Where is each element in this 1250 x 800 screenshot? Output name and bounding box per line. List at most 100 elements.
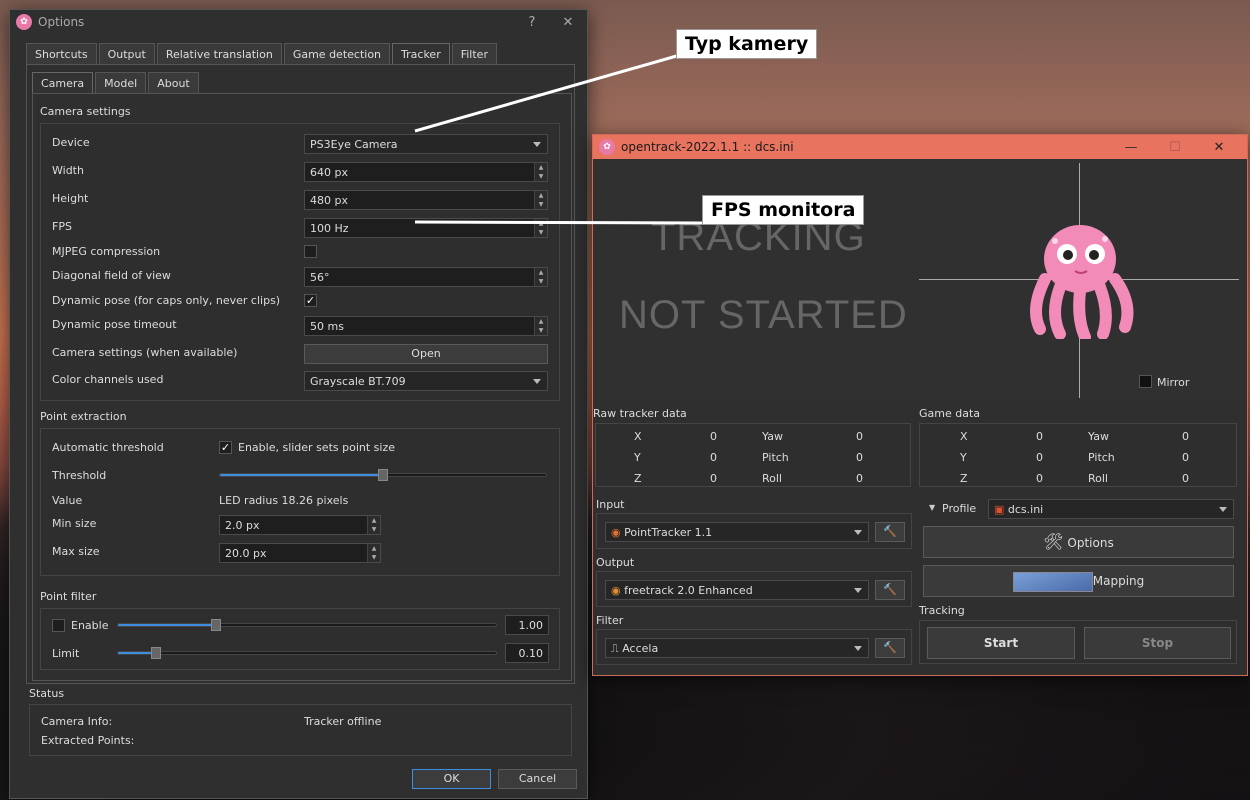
input-select[interactable]: ◉ PointTracker 1.1 — [605, 522, 869, 542]
chevron-down-icon — [533, 142, 541, 147]
spin-arrows-icon[interactable]: ▲ ▼ — [534, 268, 547, 286]
status-group: Camera Info: Tracker offline Extracted P… — [29, 704, 572, 756]
tab-shortcuts[interactable]: Shortcuts — [26, 43, 97, 64]
filter-settings-button[interactable]: 🔨 — [875, 638, 905, 658]
width-value: 640 px — [310, 166, 348, 179]
dynpose-timeout-label: Dynamic pose timeout — [52, 318, 177, 331]
options-window: ✿ Options ? ✕ Shortcuts Output Relative … — [9, 9, 588, 799]
game-data-group: X Y Z 0 0 0 Yaw Pitch Roll 0 0 0 — [919, 423, 1237, 487]
mjpeg-checkbox[interactable] — [304, 245, 317, 258]
point-filter-group: Enable 1.00 Limit 0.10 — [40, 608, 560, 670]
value-label: Value — [52, 494, 83, 507]
game-z-value: 0 — [1036, 472, 1043, 485]
input-title: Input — [596, 498, 625, 511]
open-camera-settings-button[interactable]: Open — [304, 344, 548, 364]
point-extraction-group: Automatic threshold ✓ Enable, slider set… — [40, 428, 560, 576]
tab-tracker[interactable]: Tracker — [392, 43, 450, 64]
mirror-checkbox[interactable] — [1139, 375, 1152, 388]
dynpose-timeout-spinbox[interactable]: 50 ms ▲ ▼ — [304, 316, 548, 336]
profile-menu-arrow-icon[interactable]: ▼ — [929, 503, 935, 512]
camera-settings-title: Camera settings — [40, 105, 131, 118]
output-settings-button[interactable]: 🔨 — [875, 580, 905, 600]
color-channels-value: Grayscale BT.709 — [310, 375, 406, 388]
slider-handle[interactable] — [211, 619, 222, 631]
raw-x-label: X — [634, 430, 642, 443]
tab-about[interactable]: About — [148, 72, 199, 93]
tracking-group: Start Stop — [919, 620, 1237, 664]
stop-button[interactable]: Stop — [1084, 627, 1231, 659]
hammer-icon: 🔨 — [883, 641, 897, 654]
opentrack-title: opentrack-2022.1.1 :: dcs.ini — [621, 140, 794, 154]
help-button[interactable]: ? — [519, 15, 545, 30]
fps-spinbox[interactable]: 100 Hz ▲ ▼ — [304, 218, 548, 238]
mapping-button[interactable]: Mapping — [923, 565, 1234, 597]
minimize-button[interactable]: — — [1109, 140, 1153, 155]
filter-group: ⎍ Accela 🔨 — [596, 629, 912, 665]
auto-threshold-text: Enable, slider sets point size — [238, 441, 395, 454]
tab-output[interactable]: Output — [98, 43, 155, 64]
tab-relative-translation[interactable]: Relative translation — [156, 43, 282, 64]
slider-handle[interactable] — [150, 647, 161, 659]
height-value: 480 px — [310, 194, 348, 207]
filter-value: Accela — [622, 642, 659, 655]
device-select[interactable]: PS3Eye Camera — [304, 134, 548, 154]
camera-settings-group: Device PS3Eye Camera Width 640 px ▲ ▼ Heig… — [40, 123, 560, 401]
tracker-plugin-icon: ◉ — [611, 526, 625, 539]
color-channels-select[interactable]: Grayscale BT.709 — [304, 371, 548, 391]
output-select[interactable]: ◉ freetrack 2.0 Enhanced — [605, 580, 869, 600]
spin-arrows-icon[interactable]: ▲ ▼ — [367, 516, 380, 534]
game-x-value: 0 — [1036, 430, 1043, 443]
fov-spinbox[interactable]: 56° ▲ ▼ — [304, 267, 548, 287]
spin-arrows-icon[interactable]: ▲ ▼ — [367, 544, 380, 562]
point-filter-enable-checkbox[interactable] — [52, 619, 65, 632]
point-filter-enable-value[interactable]: 1.00 — [505, 615, 549, 635]
width-label: Width — [52, 164, 84, 177]
point-filter-limit-slider[interactable] — [117, 647, 497, 659]
chevron-down-icon — [533, 379, 541, 384]
dynpose-checkbox[interactable]: ✓ — [304, 294, 317, 307]
opentrack-octopus-icon: ✿ — [599, 139, 615, 155]
profile-select[interactable]: ▣ dcs.ini — [988, 499, 1234, 519]
close-button[interactable]: ✕ — [1197, 140, 1241, 155]
options-button[interactable]: 🛠 Options — [923, 526, 1234, 558]
max-size-spinbox[interactable]: 20.0 px ▲ ▼ — [219, 543, 381, 563]
mapping-curve-icon — [1012, 571, 1093, 592]
spin-arrows-icon[interactable]: ▲ ▼ — [534, 163, 547, 181]
tab-filter[interactable]: Filter — [451, 43, 497, 64]
threshold-label: Threshold — [52, 469, 107, 482]
dynpose-timeout-value: 50 ms — [310, 320, 344, 333]
tab-game-detection[interactable]: Game detection — [283, 43, 391, 64]
raw-pitch-label: Pitch — [762, 451, 789, 464]
input-settings-button[interactable]: 🔨 — [875, 522, 905, 542]
start-button[interactable]: Start — [927, 627, 1075, 659]
filter-title: Filter — [596, 614, 624, 627]
spin-arrows-icon[interactable]: ▲ ▼ — [534, 317, 547, 335]
raw-z-value: 0 — [710, 472, 717, 485]
point-filter-limit-value[interactable]: 0.10 — [505, 643, 549, 663]
cancel-button[interactable]: Cancel — [498, 769, 577, 789]
tab-model[interactable]: Model — [95, 72, 147, 93]
maximize-button[interactable]: ☐ — [1153, 140, 1197, 155]
threshold-slider-handle[interactable] — [378, 469, 388, 481]
point-filter-enable-slider[interactable] — [117, 619, 497, 631]
mirror-label: Mirror — [1157, 376, 1190, 389]
tab-camera[interactable]: Camera — [32, 72, 94, 93]
ok-button[interactable]: OK — [412, 769, 491, 789]
width-spinbox[interactable]: 640 px ▲ ▼ — [304, 162, 548, 182]
spin-arrows-icon[interactable]: ▲ ▼ — [534, 191, 547, 209]
profile-label[interactable]: Profile — [942, 502, 976, 515]
device-value: PS3Eye Camera — [310, 138, 398, 151]
game-yaw-label: Yaw — [1088, 430, 1109, 443]
callout-fps-monitor: FPS monitora — [702, 195, 865, 225]
fov-label: Diagonal field of view — [52, 269, 171, 282]
fps-value: 100 Hz — [310, 222, 349, 235]
min-size-spinbox[interactable]: 2.0 px ▲ ▼ — [219, 515, 381, 535]
sub-tabs: Camera Model About — [32, 72, 201, 93]
auto-threshold-checkbox[interactable]: ✓ — [219, 441, 232, 454]
spin-arrows-icon[interactable]: ▲ ▼ — [534, 219, 547, 237]
filter-select[interactable]: ⎍ Accela — [605, 638, 869, 658]
height-spinbox[interactable]: 480 px ▲ ▼ — [304, 190, 548, 210]
threshold-slider[interactable] — [219, 469, 547, 481]
led-radius-text: LED radius 18.26 pixels — [219, 494, 349, 507]
close-button[interactable]: ✕ — [555, 15, 581, 30]
